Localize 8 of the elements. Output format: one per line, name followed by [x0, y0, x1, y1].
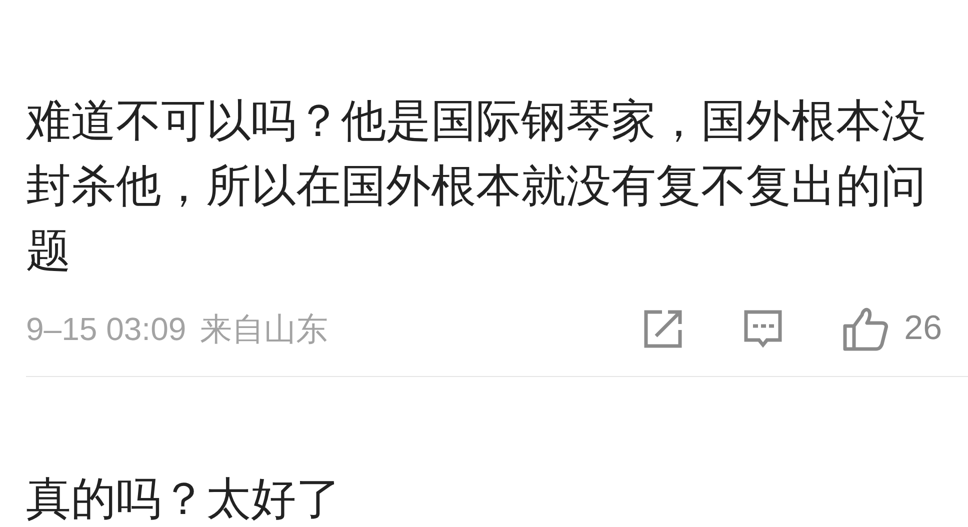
- comment-location: 来自山东: [200, 310, 328, 348]
- like-count: 26: [904, 308, 942, 349]
- comment-text: 难道不可以吗？他是国际钢琴家，国外根本没封杀他，所以在国外根本就没有复不复出的问题: [26, 94, 927, 278]
- comment-timestamp: 9–15 03:09: [26, 310, 186, 348]
- comment-text: 真的吗？太好了: [26, 472, 342, 526]
- share-icon[interactable]: [642, 308, 684, 350]
- comment-icon[interactable]: [742, 308, 784, 350]
- like-icon[interactable]: [842, 306, 888, 352]
